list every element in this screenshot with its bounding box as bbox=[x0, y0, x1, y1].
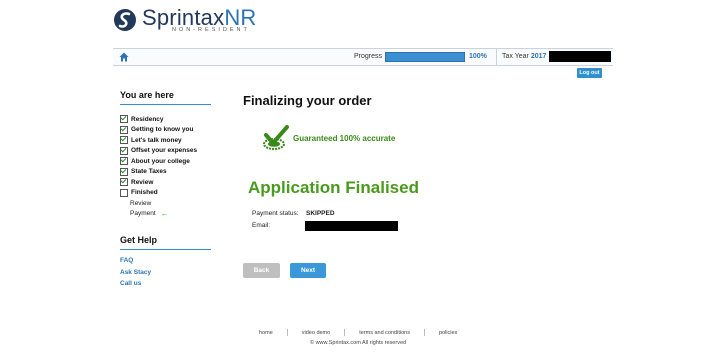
checked-checkbox-icon bbox=[120, 125, 128, 134]
step-label: Offset your expenses bbox=[131, 147, 198, 155]
divider bbox=[496, 49, 497, 65]
checked-checkbox-icon bbox=[120, 136, 128, 145]
page-title: Finalizing your order bbox=[243, 93, 372, 108]
sidebar: You are here Residency Getting to know y… bbox=[120, 90, 211, 290]
payment-status-value: SKIPPED bbox=[306, 210, 335, 217]
footer-divider bbox=[423, 329, 425, 336]
you-are-here-heading: You are here bbox=[120, 90, 211, 105]
checked-checkbox-icon bbox=[120, 157, 128, 166]
back-button[interactable]: Back bbox=[243, 263, 280, 278]
footer-link-terms[interactable]: terms and conditions bbox=[359, 330, 410, 336]
footer-links: home video demo terms and conditions pol… bbox=[259, 329, 457, 336]
step-label: State Taxes bbox=[131, 168, 167, 176]
faq-link[interactable]: FAQ bbox=[120, 255, 211, 267]
step-review[interactable]: Review bbox=[120, 177, 211, 188]
application-status-heading: Application Finalised bbox=[248, 178, 419, 197]
redacted-user-name bbox=[549, 51, 611, 62]
step-label: Residency bbox=[131, 115, 164, 123]
guarantee-text: Guaranteed 100% accurate bbox=[293, 133, 396, 143]
progress-bar bbox=[385, 52, 465, 62]
footer-link-policies[interactable]: policies bbox=[439, 330, 457, 336]
step-list: Residency Getting to know you Let's talk… bbox=[120, 114, 211, 219]
checked-checkbox-icon bbox=[120, 167, 128, 176]
get-help-heading: Get Help bbox=[120, 235, 211, 250]
footer-link-home[interactable]: home bbox=[259, 330, 273, 336]
checked-checkbox-icon bbox=[120, 178, 128, 187]
call-us-link[interactable]: Call us bbox=[120, 278, 211, 290]
payment-status-row: Payment status: SKIPPED bbox=[252, 210, 335, 217]
top-bar: Progress 100% Tax Year 2017 bbox=[113, 48, 613, 66]
next-button[interactable]: Next bbox=[290, 263, 326, 278]
sprintax-logo[interactable]: SprintaxNR NON-RESIDENT bbox=[113, 7, 257, 34]
guarantee-badge: Guaranteed 100% accurate bbox=[262, 125, 395, 151]
current-step-arrow-icon: ← bbox=[160, 209, 169, 219]
step-label: About your college bbox=[131, 157, 190, 165]
sprintax-logo-icon bbox=[114, 9, 136, 32]
logo-tagline: NON-RESIDENT bbox=[172, 27, 250, 33]
substep-label: Review bbox=[130, 199, 152, 207]
step-state-taxes[interactable]: State Taxes bbox=[120, 167, 211, 178]
redacted-email-value bbox=[305, 221, 398, 231]
step-label: Getting to know you bbox=[131, 126, 194, 134]
progress-fill bbox=[386, 53, 464, 61]
substep-payment[interactable]: Payment ← bbox=[120, 209, 211, 220]
footer-link-video-demo[interactable]: video demo bbox=[302, 330, 330, 336]
tax-year: Tax Year 2017 bbox=[502, 53, 546, 60]
substep-label: Payment bbox=[130, 210, 156, 218]
step-label: Review bbox=[131, 178, 154, 186]
step-finished[interactable]: Finished bbox=[120, 188, 211, 199]
step-getting-to-know-you[interactable]: Getting to know you bbox=[120, 125, 211, 136]
step-about-your-college[interactable]: About your college bbox=[120, 156, 211, 167]
help-links: FAQ Ask Stacy Call us bbox=[120, 255, 211, 290]
step-residency[interactable]: Residency bbox=[120, 114, 211, 125]
step-lets-talk-money[interactable]: Let's talk money bbox=[120, 135, 211, 146]
email-label: Email: bbox=[252, 222, 271, 229]
guarantee-seal-icon bbox=[263, 125, 289, 150]
logout-button[interactable]: Log out bbox=[577, 68, 602, 78]
footer-divider bbox=[344, 329, 346, 336]
unchecked-checkbox-icon bbox=[120, 188, 128, 197]
tax-year-value: 2017 bbox=[530, 53, 547, 60]
substep-review[interactable]: Review bbox=[120, 198, 211, 209]
progress-percent: 100% bbox=[469, 53, 487, 60]
copyright-text: © www.Sprintax.com All rights reserved bbox=[310, 340, 407, 346]
checked-checkbox-icon bbox=[120, 146, 128, 155]
step-label: Finished bbox=[131, 189, 158, 197]
progress-label: Progress bbox=[354, 53, 383, 60]
ask-stacy-link[interactable]: Ask Stacy bbox=[120, 267, 211, 279]
payment-status-label: Payment status: bbox=[252, 210, 299, 217]
footer-divider bbox=[286, 329, 288, 336]
home-icon[interactable] bbox=[119, 52, 129, 62]
step-offset-your-expenses[interactable]: Offset your expenses bbox=[120, 146, 211, 157]
checked-checkbox-icon bbox=[120, 115, 128, 124]
tax-year-label: Tax Year bbox=[502, 53, 529, 60]
step-label: Let's talk money bbox=[131, 136, 182, 144]
